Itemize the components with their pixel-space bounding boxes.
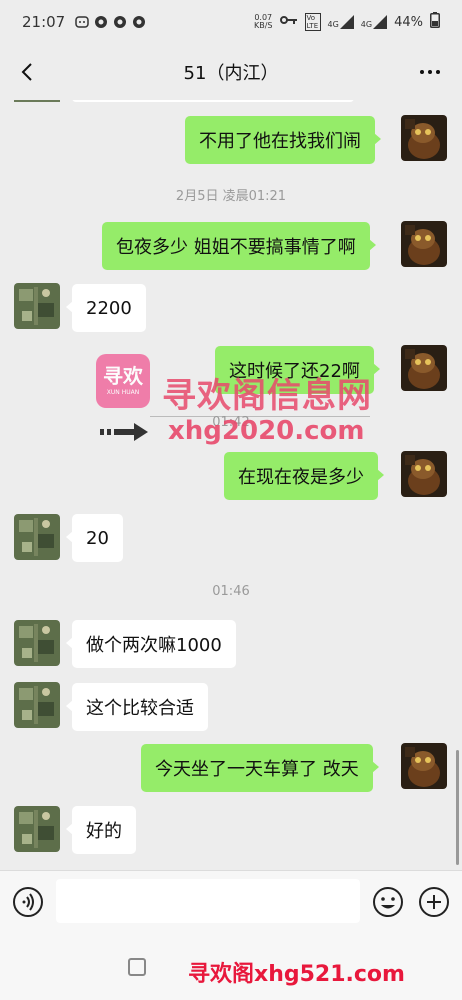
message-bubble-received[interactable]: 好的 [66, 806, 136, 854]
key-icon [279, 14, 298, 30]
watermark-bottom: 寻欢阁xhg521.com [188, 962, 405, 987]
recent-apps-icon[interactable] [128, 958, 146, 976]
message-timestamp: 01:46 [212, 584, 250, 599]
message-bubble-sent[interactable]: 不用了他在找我们闹 [185, 116, 381, 164]
signal-icon: 4G [360, 15, 388, 29]
watermark-logo-text: 寻欢 [103, 364, 143, 388]
add-icon[interactable] [418, 886, 450, 918]
volte-badge: Vo LTE [304, 13, 321, 31]
chat-title: 51（内江） [183, 63, 279, 84]
message-bubble-received[interactable]: 2200 [66, 284, 146, 332]
avatar-partial [14, 100, 60, 102]
message-bubble-received[interactable]: 20 [66, 514, 123, 562]
watermark-logo-sub: XUN HUAN [106, 389, 140, 396]
app-notification-icon [132, 15, 146, 29]
voice-icon[interactable] [12, 886, 44, 918]
back-icon[interactable] [14, 58, 42, 86]
status-time: 21:07 [22, 13, 66, 31]
chat-header: 51（内江） [0, 44, 462, 100]
arrow-right-icon [100, 420, 150, 444]
input-bar [0, 870, 462, 932]
avatar[interactable] [401, 451, 447, 497]
message-icon [75, 15, 89, 29]
watermark-logo: 寻欢 XUN HUAN [96, 354, 150, 408]
message-timestamp: 2月5日 凌晨01:21 [175, 189, 287, 204]
avatar[interactable] [14, 620, 60, 666]
message-input[interactable] [56, 879, 360, 923]
avatar[interactable] [14, 682, 60, 728]
avatar[interactable] [401, 221, 447, 267]
avatar[interactable] [401, 743, 447, 789]
signal-label: 4G [360, 20, 373, 29]
message-bubble-partial [72, 100, 354, 102]
more-options-icon[interactable] [416, 58, 444, 86]
scrollbar[interactable] [456, 750, 459, 865]
app-notification-icon [94, 15, 108, 29]
battery-icon [430, 12, 440, 32]
message-bubble-sent[interactable]: 在现在夜是多少 [224, 452, 384, 500]
chat-area[interactable]: 不用了他在找我们闹 2月5日 凌晨01:21 包夜多少 姐姐不要搞事情了啊 22… [0, 100, 462, 870]
app-notification-icon [113, 15, 127, 29]
avatar[interactable] [401, 115, 447, 161]
system-nav-bar: 寻欢阁xhg521.com [0, 932, 462, 1000]
message-bubble-sent[interactable]: 包夜多少 姐姐不要搞事情了啊 [102, 222, 376, 270]
message-bubble-received[interactable]: 这个比较合适 [66, 683, 208, 731]
emoji-icon[interactable] [372, 886, 404, 918]
status-right: 0.07 KB/S Vo LTE 4G 4G 44% [254, 12, 440, 32]
avatar[interactable] [14, 514, 60, 560]
avatar[interactable] [401, 345, 447, 391]
signal-icon: 4G [328, 15, 354, 29]
watermark-url: xhg2020.com [168, 416, 365, 446]
net-speed-unit: KB/S [253, 21, 273, 30]
net-speed: 0.07 KB/S [254, 14, 273, 30]
signal-label: 4G [327, 20, 339, 29]
status-bar: 21:07 0.07 KB/S Vo LTE 4G 4G 44% [0, 0, 462, 44]
avatar[interactable] [14, 806, 60, 852]
battery-percent: 44% [394, 14, 423, 30]
message-bubble-sent[interactable]: 今天坐了一天车算了 改天 [141, 744, 379, 792]
avatar[interactable] [14, 283, 60, 329]
message-bubble-received[interactable]: 做个两次嘛1000 [66, 620, 236, 668]
watermark-text: 寻欢阁信息网 [162, 376, 372, 416]
